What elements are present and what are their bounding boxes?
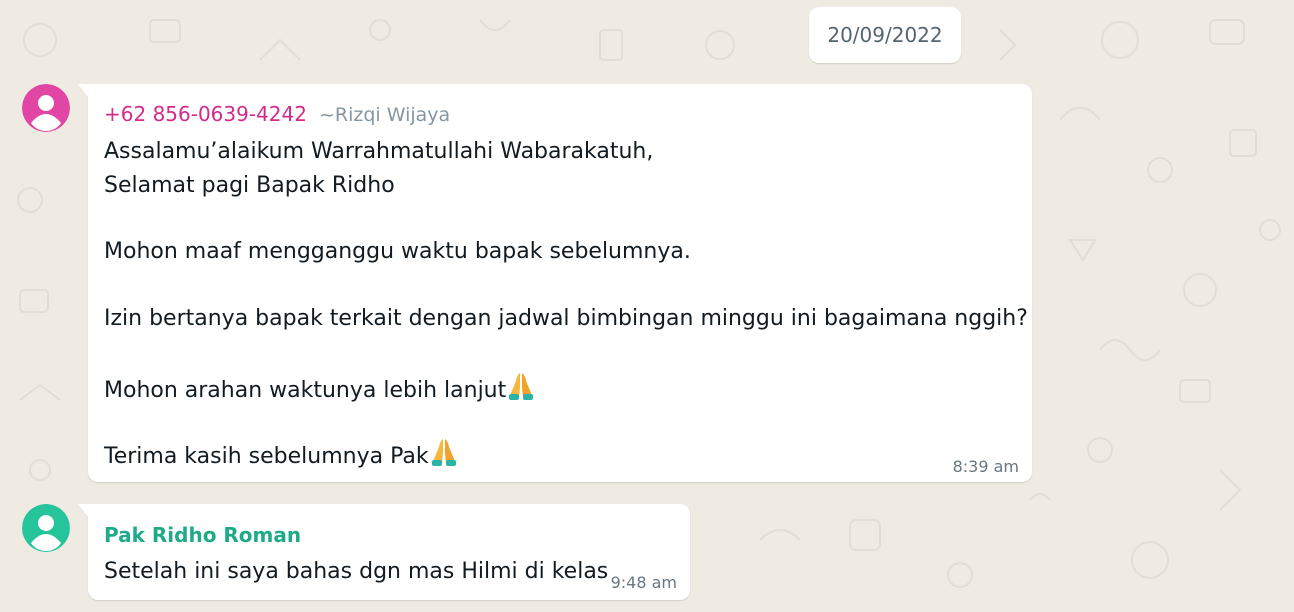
sender-push-name: ~Rizqi Wijaya (318, 104, 451, 126)
message-text-line: Selamat pagi Bapak Ridho (104, 173, 395, 198)
bubble-tail (78, 504, 89, 518)
praying-hands-emoji (509, 373, 534, 400)
message-text-line: Izin bertanya bapak terkait dengan jadwa… (104, 306, 1028, 331)
default-user-avatar-icon (22, 504, 70, 552)
message-text: Mohon arahan waktunya lebih lanjut (104, 378, 507, 403)
message-text-line: Setelah ini saya bahas dgn mas Hilmi di … (104, 559, 609, 584)
message-timestamp: 9:48 am (610, 573, 677, 592)
date-divider-label: 20/09/2022 (827, 23, 943, 47)
message-text-line-with-emoji: Mohon arahan waktunya lebih lanjut (104, 371, 534, 405)
sender-phone[interactable]: +62 856-0639-4242 (104, 102, 307, 126)
sender-avatar[interactable] (22, 84, 70, 132)
message-text: Terima kasih sebelumnya Pak (104, 444, 429, 469)
sender-avatar[interactable] (22, 504, 70, 552)
message-text-line: Mohon maaf mengganggu waktu bapak sebelu… (104, 239, 691, 264)
message-sender: +62 856-0639-4242 ~Rizqi Wijaya (104, 102, 450, 126)
incoming-message-bubble[interactable]: +62 856-0639-4242 ~Rizqi Wijaya Assalamu’… (78, 84, 1032, 482)
default-user-avatar-icon (22, 84, 70, 132)
message-text-line: Assalamu’alaikum Warrahmatullahi Wabarak… (104, 139, 654, 164)
praying-hands-emoji (431, 439, 456, 466)
sender-name[interactable]: Pak Ridho Roman (104, 523, 301, 547)
message-timestamp: 8:39 am (952, 457, 1019, 476)
message-text-line-with-emoji: Terima kasih sebelumnya Pak (104, 437, 457, 471)
date-divider: 20/09/2022 (809, 7, 961, 63)
incoming-message-bubble[interactable]: Pak Ridho Roman Setelah ini saya bahas d… (78, 504, 690, 600)
bubble-tail (78, 84, 89, 98)
